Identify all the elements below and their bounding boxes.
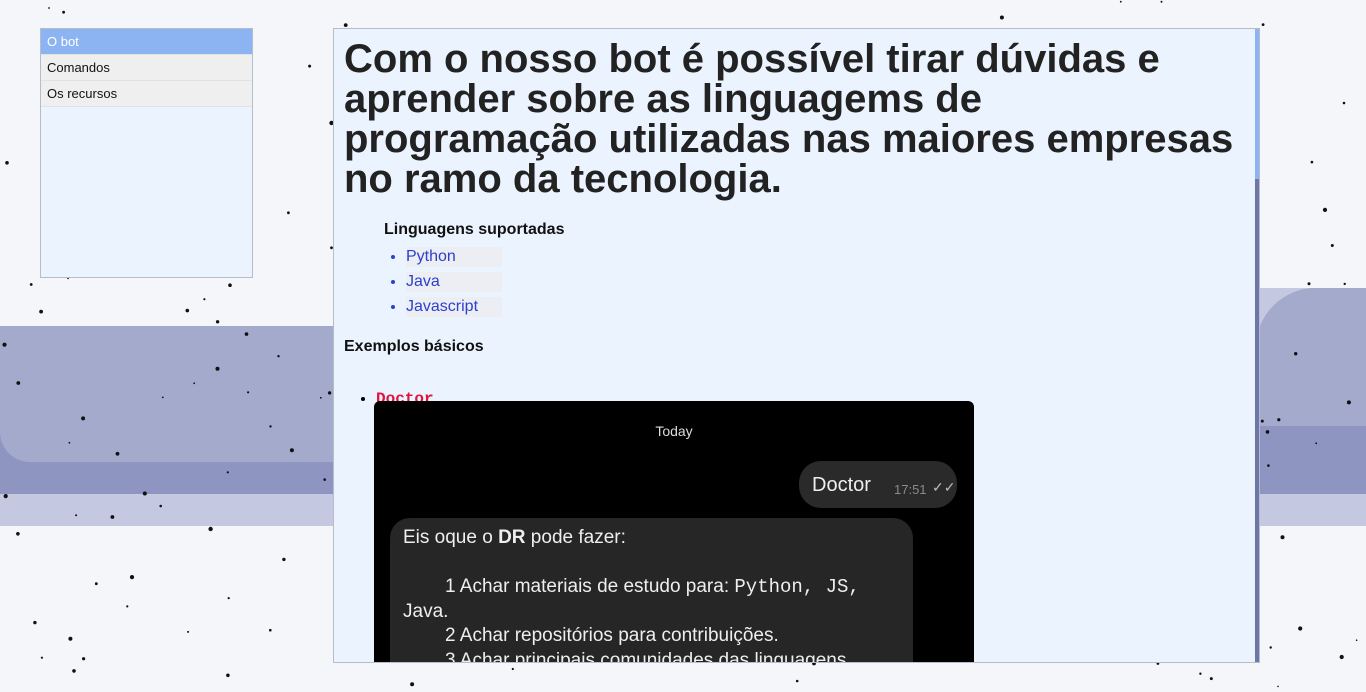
background-dot [187,630,190,633]
background-wave-left-top [0,326,340,462]
chat-day-label: Today [655,423,693,439]
background-dot [29,283,33,286]
languages-section: Linguagens suportadas Python Java Javasc… [384,221,1244,322]
background-dot [68,636,73,641]
background-dot [227,597,230,600]
main-content: Com o nosso bot é possível tirar dúvidas… [344,29,1244,408]
incoming-message-bubble: Eis oque o DR pode fazer: 1 Achar materi… [390,518,913,663]
background-dot [208,526,213,532]
background-dot [1119,0,1122,3]
background-dot [129,575,135,580]
incoming-line1-pre: Eis oque o [403,527,499,548]
background-dot [1277,685,1279,688]
background-dot [1199,672,1202,675]
background-dot [82,657,86,661]
background-dot [33,620,37,625]
incoming-item2-text: 2 Achar repositórios para contribuições. [445,625,779,646]
background-dot [282,557,286,562]
background-dot [1339,654,1344,660]
main-scrollbar[interactable] [1255,29,1259,662]
background-dot [39,309,43,314]
background-dot [1280,535,1285,540]
incoming-line1-post: pode fazer: [525,527,626,548]
examples-title: Exemplos básicos [344,338,484,355]
language-item[interactable]: Java [406,272,1244,297]
background-dot [1330,244,1334,247]
background-dot [48,7,50,9]
incoming-item1-code: Python, JS, [734,576,860,598]
background-dot [1343,282,1346,286]
background-dot [511,667,514,671]
background-dot [226,673,230,678]
background-dot [343,23,348,27]
background-dot [1307,282,1311,286]
background-wave-right-top [1256,288,1366,426]
background-dot [215,320,220,324]
background-dot [1298,626,1303,631]
main-panel: Com o nosso bot é possível tirar dúvidas… [333,28,1260,663]
background-dot [40,656,44,659]
languages-title: Linguagens suportadas [384,221,565,238]
background-dot [1209,677,1213,681]
languages-list: Python Java Javascript [384,247,1244,322]
double-check-icon: ✓✓ [932,479,956,495]
background-dot [1322,207,1328,212]
background-dot [72,669,76,673]
language-link-java[interactable]: Java [406,272,502,292]
outgoing-message-text: Doctor [812,474,871,496]
language-link-javascript[interactable]: Javascript [406,297,502,317]
background-dot [999,15,1004,20]
sidebar-item-o-bot[interactable]: O bot [41,29,252,55]
incoming-item1-code2: Java. [403,600,449,622]
background-dot [203,298,206,301]
language-item[interactable]: Python [406,247,1244,272]
background-dot [5,161,9,165]
background-dot [410,682,415,687]
background-dot [1355,639,1358,641]
background-dot [94,582,98,586]
language-link-python[interactable]: Python [406,247,502,267]
background-dot [185,308,190,313]
background-dot [16,532,20,536]
background-dot [62,10,65,14]
background-dot [269,628,272,632]
outgoing-message-time: 17:51 [894,482,927,497]
sidebar-item-os-recursos[interactable]: Os recursos [41,81,252,107]
background-dot [308,64,312,68]
background-dot [1269,646,1272,649]
background-dot [1310,160,1314,164]
main-scrollbar-thumb[interactable] [1255,29,1259,179]
background-dot [1160,0,1163,3]
incoming-message-text: Eis oque o DR pode fazer: 1 Achar materi… [403,526,903,663]
incoming-item1-text: 1 Achar materiais de estudo para: [445,576,735,597]
background-dot [1342,101,1346,105]
background-dot [228,283,232,288]
sidebar-nav: O bot Comandos Os recursos [40,28,253,278]
background-dot [126,605,129,608]
outgoing-message-bubble: Doctor 17:51 ✓✓ [799,461,957,508]
chat-screenshot: Today Doctor 17:51 ✓✓ Eis oque o DR pode… [374,401,974,663]
background-dot [287,211,290,215]
background-dot [1261,23,1265,26]
incoming-line1-bold: DR [498,527,526,548]
sidebar-item-comandos[interactable]: Comandos [41,55,252,81]
language-item[interactable]: Javascript [406,297,1244,322]
background-dot [795,679,799,683]
page-headline: Com o nosso bot é possível tirar dúvidas… [344,37,1234,201]
incoming-item3-text: 3 Achar principais comunidades das lingu… [445,649,847,663]
